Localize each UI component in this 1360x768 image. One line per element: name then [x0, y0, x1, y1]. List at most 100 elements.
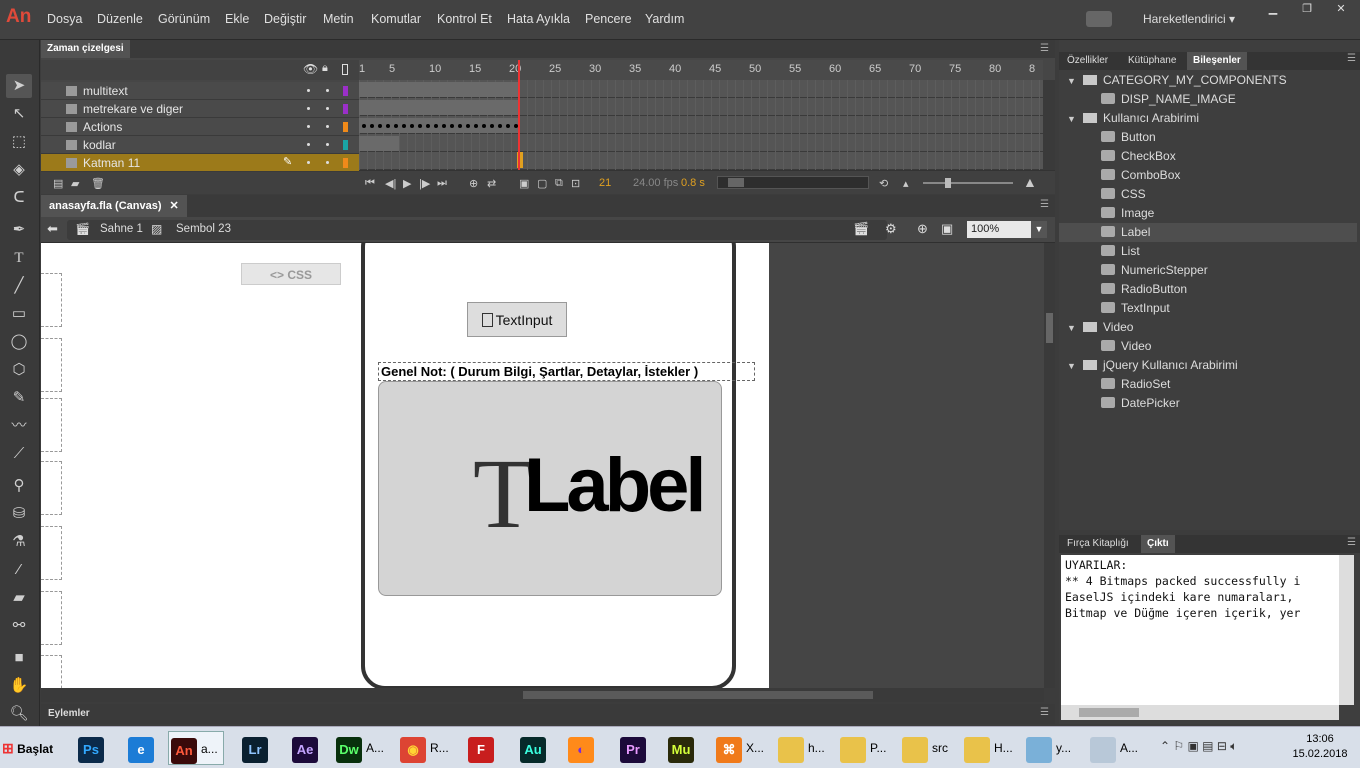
zoom-tool-icon[interactable]: 🔍︎ [6, 702, 32, 726]
menu-item[interactable]: Ekle [225, 12, 249, 26]
keyframe-dot[interactable] [490, 124, 494, 128]
layer-row[interactable]: multitext [41, 82, 359, 100]
subselection-tool-icon[interactable]: ↖ [6, 102, 32, 126]
ink-bottle-icon[interactable]: ⚗ [6, 530, 32, 554]
label-component[interactable]: T Label [378, 381, 722, 596]
stage-vscrollbar[interactable] [1044, 243, 1055, 688]
taskbar-item[interactable]: y... [1024, 731, 1080, 765]
lock-dot[interactable] [326, 107, 329, 110]
onion-markers-icon[interactable]: ⊡ [571, 177, 580, 190]
first-frame-icon[interactable]: ⏮ [365, 177, 375, 190]
text-tool-icon[interactable]: T [6, 246, 32, 270]
menu-item[interactable]: Dosya [47, 12, 82, 26]
output-vscrollbar[interactable] [1339, 555, 1354, 705]
output-menu-icon[interactable]: ☰ [1347, 537, 1356, 548]
frames-grid[interactable] [359, 80, 1043, 170]
actions-menu-icon[interactable]: ☰ [1040, 707, 1049, 718]
lock-dot[interactable] [326, 125, 329, 128]
tab-document[interactable]: anasayfa.fla (Canvas) ✕ [41, 195, 187, 217]
edit-multiple-icon[interactable]: ⧉ [555, 177, 563, 190]
onion-skin-icon[interactable]: ▣ [519, 177, 529, 190]
width-tool-icon[interactable]: ⚯ [6, 614, 32, 638]
taskbar-item[interactable]: h... [776, 731, 832, 765]
menu-item[interactable]: Hata Ayıkla [507, 12, 570, 26]
keyframe-dot[interactable] [498, 124, 502, 128]
layer-row[interactable]: metrekare ve diger [41, 100, 359, 118]
textinput-component[interactable]: TextInput [467, 302, 567, 337]
keyframe-span[interactable] [359, 100, 519, 115]
tab-brush-library[interactable]: Fırça Kitaplığı [1061, 535, 1135, 553]
play-icon[interactable]: ▶ [403, 177, 411, 190]
visibility-dot[interactable] [307, 107, 310, 110]
eye-icon[interactable]: 👁︎ [303, 62, 318, 76]
tab-timeline[interactable]: Zaman çizelgesi [41, 40, 130, 58]
lock-dot[interactable] [326, 161, 329, 164]
menu-item[interactable]: Yardım [645, 12, 684, 26]
visibility-dot[interactable] [307, 161, 310, 164]
small-mountain-icon[interactable]: ▴ [903, 177, 909, 190]
panel-menu-icon[interactable]: ☰ [1040, 43, 1049, 54]
eyedropper-icon[interactable]: ⁄ [6, 558, 32, 582]
step-back-icon[interactable]: ◀| [385, 177, 396, 190]
last-frame-icon[interactable]: ⏭ [437, 177, 447, 190]
keyframe-dot[interactable] [386, 124, 390, 128]
menu-item[interactable]: Düzenle [97, 12, 143, 26]
breadcrumb-scene[interactable]: Sahne 1 [100, 223, 143, 235]
tree-item-component[interactable]: CheckBox [1059, 147, 1357, 166]
tab-output[interactable]: Çıktı [1141, 535, 1175, 553]
taskbar-item[interactable]: ⌘ X... [714, 731, 770, 765]
tree-item-component[interactable]: CSS [1059, 185, 1357, 204]
tree-item-component[interactable]: DISP_NAME_IMAGE [1059, 90, 1357, 109]
tree-item-component[interactable]: RadioSet [1059, 375, 1357, 394]
minimize-icon[interactable]: ▁ [1256, 0, 1290, 18]
paintbrush-tool-icon[interactable]: 〰 [6, 414, 32, 438]
tree-item-component[interactable]: ComboBox [1059, 166, 1357, 185]
timeline-scrollbar[interactable] [1043, 80, 1055, 170]
keyframe-dot[interactable] [474, 124, 478, 128]
refresh-icon[interactable]: ⟲ [879, 177, 888, 190]
output-text[interactable]: UYARILAR: ** 4 Bitmaps packed successful… [1061, 555, 1339, 705]
expand-arrow-icon[interactable]: ▼ [1067, 72, 1077, 91]
timeline-zoom-slider[interactable] [923, 178, 1013, 188]
taskbar-item[interactable]: Dw A... [334, 731, 390, 765]
delete-layer-icon[interactable]: 🗑︎ [91, 177, 105, 190]
tree-item-component[interactable]: Button [1059, 128, 1357, 147]
menu-item[interactable]: Değiştir [264, 12, 306, 26]
placeholder-box[interactable] [41, 591, 62, 645]
tree-item-component[interactable]: RadioButton [1059, 280, 1357, 299]
lock-dot[interactable] [326, 89, 329, 92]
taskbar-item[interactable]: Lr [240, 731, 296, 765]
placeholder-box[interactable] [41, 273, 62, 327]
camera-tool-icon[interactable]: ■ [6, 646, 32, 670]
tree-folder[interactable]: ▼ CATEGORY_MY_COMPONENTS [1059, 71, 1357, 90]
pen-tool-icon[interactable]: ✒ [6, 218, 32, 242]
center-frame-icon[interactable]: ⊕ [469, 177, 478, 190]
restore-icon[interactable]: ❐ [1290, 0, 1324, 18]
free-transform-icon[interactable]: ⬚ [6, 130, 32, 154]
stage-hscrollbar[interactable] [41, 688, 1044, 702]
tree-folder[interactable]: ▼ jQuery Kullanıcı Arabirimi [1059, 356, 1357, 375]
taskbar-item[interactable]: Ps [76, 731, 132, 765]
onion-outline-icon[interactable]: ▢ [537, 177, 547, 190]
layer-color-swatch[interactable] [343, 122, 348, 132]
pencil-tool-icon[interactable]: ✎ [6, 386, 32, 410]
tree-folder[interactable]: ▼ Kullanıcı Arabirimi [1059, 109, 1357, 128]
layer-row[interactable]: Katman 11 ✎ [41, 154, 359, 172]
brush-tool-icon[interactable]: ⟋ [6, 442, 32, 466]
stage[interactable]: <> CSS TextInput Genel Not: ( Durum Bilg… [41, 243, 769, 688]
visibility-dot[interactable] [307, 89, 310, 92]
oval-tool-icon[interactable]: ◯ [6, 330, 32, 354]
tree-item-component[interactable]: NumericStepper [1059, 261, 1357, 280]
tab-library[interactable]: Kütüphane [1122, 52, 1182, 70]
taskbar-item[interactable]: P... [838, 731, 894, 765]
taskbar-item[interactable]: ◐ [566, 731, 622, 765]
keyframe-dot[interactable] [434, 124, 438, 128]
tab-components[interactable]: Bileşenler [1187, 52, 1247, 70]
playhead[interactable] [518, 60, 520, 170]
layer-color-swatch[interactable] [343, 158, 348, 168]
taskbar-item[interactable]: src [900, 731, 956, 765]
start-button[interactable]: ⊞ Başlat [2, 735, 53, 761]
keyframe-dot[interactable] [450, 124, 454, 128]
keyframe-dot[interactable] [442, 124, 446, 128]
keyframe-span[interactable] [359, 82, 519, 97]
